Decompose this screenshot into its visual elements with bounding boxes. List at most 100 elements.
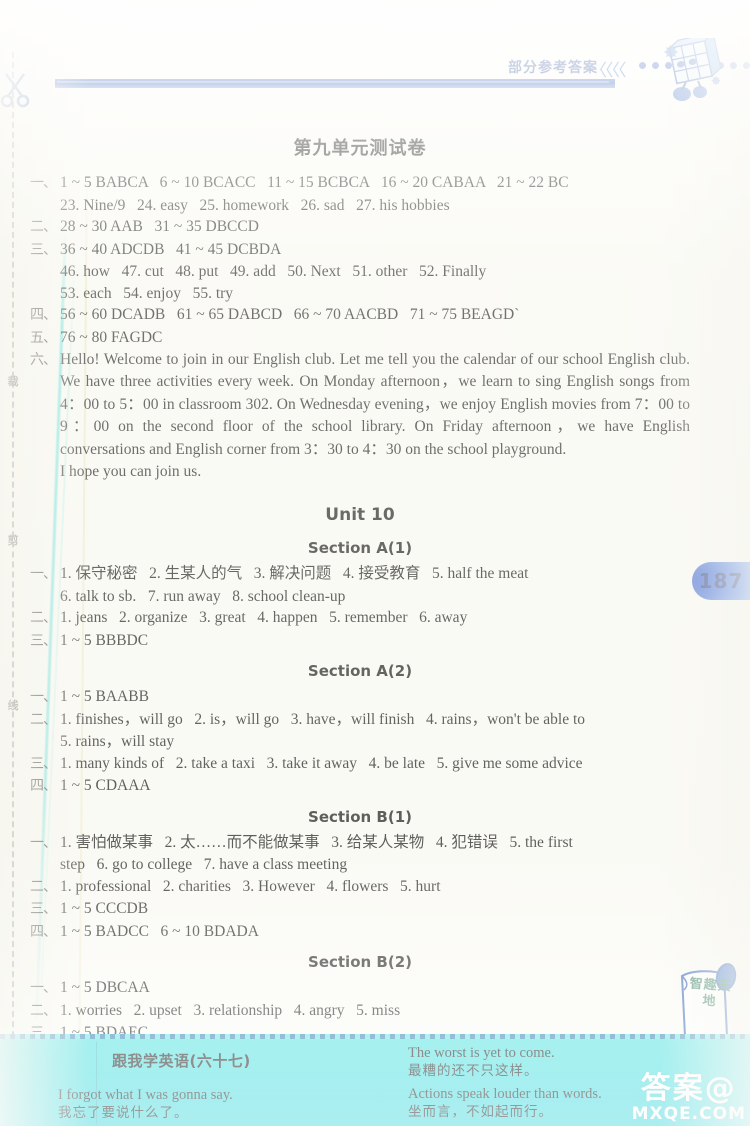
answer-line-number: 二、 [30, 711, 57, 728]
answer-line-text: 1 ~ 5 BABCA 6 ~ 10 BCACC 11 ~ 15 BCBCA 1… [60, 174, 569, 191]
answer-line-text: 1 ~ 5 BAABB [60, 688, 149, 705]
answer-line: 53. each 54. enjoy 55. try [30, 283, 690, 305]
answer-line-text: 53. each 54. enjoy 55. try [60, 284, 234, 302]
rubiks-cube-mascot-icon [664, 38, 722, 101]
answer-line: step 6. go to college 7. have a class me… [30, 854, 690, 876]
answer-line-text: 1 ~ 5 BBBDC [60, 631, 149, 649]
answer-line-number: 五、 [30, 329, 57, 346]
answer-line: 二、 28 ~ 30 AAB 31 ~ 35 DBCCD [30, 216, 690, 239]
answer-line-text: 1 ~ 5 DBCAA [60, 979, 150, 996]
chevron-left-icon: 〈〈〈〈 [590, 61, 626, 81]
section-heading: Section B(2) [308, 953, 412, 971]
page-number-tab: 187 [692, 562, 750, 600]
section-heading: Section A(1) [307, 539, 413, 557]
answer-line-text: 1. worries 2. upset 3. relationship 4. a… [60, 1001, 401, 1019]
answer-line-text: 1. professional 2. charities 3. However … [60, 877, 441, 895]
answer-line-text: 28 ~ 30 AAB 31 ~ 35 DBCCD [60, 218, 259, 235]
answer-line-number: 一、 [30, 689, 57, 705]
answer-line-text: 76 ~ 80 FAGDC [60, 328, 163, 346]
answer-line: 一、 1 ~ 5 DBCAA [30, 977, 690, 1000]
answer-line-text: 46. how 47. cut 48. put 49. add 50. Next… [60, 263, 487, 280]
answer-line: 二、 1. worries 2. upset 3. relationship 4.… [30, 1000, 690, 1023]
answer-line-number: 二、 [30, 610, 57, 626]
answer-line-number: 四、 [30, 923, 57, 940]
footer-left-column: I forgot what I was gonna say. 我忘了要说什么了。 [58, 1086, 378, 1123]
answer-line-text: 1. finishes，will go 2. is，will go 3. hav… [60, 710, 586, 728]
answer-line-text: 1 ~ 5 BADCC 6 ~ 10 BDADA [60, 922, 259, 940]
scroll-banner-text: 智趣天地 [689, 976, 733, 1010]
answer-line: 三、 1 ~ 5 CCCDB [30, 898, 690, 921]
answer-line-text: step 6. go to college 7. have a class me… [60, 856, 348, 873]
answer-line: 三、 36 ~ 40 ADCDB 41 ~ 45 DCBDA [30, 239, 690, 262]
answer-line-number: 三、 [30, 632, 57, 649]
answer-line-text: 1. 害怕做某事 2. 太……而不能做某事 3. 给某人某物 4. 犯错误 5.… [60, 833, 573, 851]
answer-line: 二、 1. finishes，will go 2. is，will go 3. h… [30, 709, 690, 732]
answer-line: 一、 1 ~ 5 BABCA 6 ~ 10 BCACC 11 ~ 15 BCBCA… [30, 172, 690, 195]
header-rule [55, 79, 615, 88]
answer-line: 5. rains，will stay [30, 731, 690, 753]
answer-key-page: 部分参考答案 〈〈〈〈 裁 剪 线 187 第九单元测试卷 一、 1 ~ 5 B… [0, 0, 750, 1126]
answer-line: 一、 1. 保守秘密 2. 生某人的气 3. 解决问题 4. 接受教育 5. ha… [30, 563, 690, 586]
answer-line-text: 1. many kinds of 2. take a taxi 3. take … [60, 754, 583, 772]
answer-line-number: 一、 [30, 175, 57, 191]
answer-line-number: 二、 [30, 219, 57, 235]
answer-line: 三、 1 ~ 5 BBBDC [30, 630, 690, 653]
footer-title: 跟我学英语(六十七) [112, 1052, 251, 1070]
cut-line-dashed [12, 52, 14, 1107]
answer-line: 四、 56 ~ 60 DCADB 61 ~ 65 DABCD 66 ~ 70 AA… [30, 304, 690, 327]
footer-divider [96, 1042, 97, 1124]
unit10-answers: Unit 10 Section A(1) 一、 1. 保守秘密 2. 生某人的气 3.… [30, 505, 690, 1045]
answer-line-number: 三、 [30, 241, 57, 258]
footer-phrase-en: I forgot what I was gonna say. [58, 1087, 233, 1103]
answer-line-number: 四、 [30, 778, 57, 794]
cut-label-char-2: 剪 [7, 534, 19, 547]
answer-line-number: 三、 [30, 755, 57, 772]
answer-line: 23. Nine/9 24. easy 25. homework 26. sad… [30, 195, 690, 217]
answer-line: 四、 1 ~ 5 BADCC 6 ~ 10 BDADA [30, 921, 690, 944]
page-number: 187 [698, 569, 744, 593]
footer-band: 跟我学英语(六十七) I forgot what I was gonna say… [0, 1034, 750, 1126]
answer-line-text: 1. 保守秘密 2. 生某人的气 3. 解决问题 4. 接受教育 5. half… [60, 565, 529, 582]
answer-line-number: 三、 [30, 901, 57, 917]
footer-phrase-cn: 最糟的还不只这样。 [408, 1063, 539, 1079]
answer-line: 三、 1. many kinds of 2. take a taxi 3. tak… [30, 753, 690, 776]
footer-phrase-cn: 我忘了要说什么了。 [58, 1105, 189, 1121]
answer-line: 6. talk to sb. 7. run away 8. school cle… [30, 586, 690, 608]
answer-line: 46. how 47. cut 48. put 49. add 50. Next… [30, 261, 690, 283]
essay-number: 六、 [30, 352, 57, 368]
cut-label-char-3: 线 [7, 699, 19, 712]
scissors-icon [0, 73, 30, 108]
header-title: 部分参考答案 [508, 60, 598, 76]
answer-line: 二、 1. jeans 2. organize 3. great 4. happe… [30, 607, 690, 630]
answer-line-text: 1 ~ 5 CCCDB [60, 900, 149, 917]
answer-line-number: 一、 [30, 980, 57, 996]
answer-line: 一、 1. 害怕做某事 2. 太……而不能做某事 3. 给某人某物 4. 犯错误 … [30, 832, 690, 855]
unit-heading: Unit 10 [325, 505, 395, 525]
answer-line-number: 一、 [30, 566, 57, 582]
answer-line-number: 二、 [30, 878, 57, 895]
footer-right-column: The worst is yet to come. 最糟的还不只这样。 Action… [408, 1044, 708, 1122]
answer-line-text: 23. Nine/9 24. easy 25. homework 26. sad… [60, 196, 450, 214]
answer-line-text: 6. talk to sb. 7. run away 8. school cle… [60, 587, 346, 605]
page-title: 第九单元测试卷 [293, 138, 427, 159]
answer-line-number: 二、 [30, 1002, 57, 1019]
section-heading: Section B(1) [308, 807, 412, 826]
footer-phrase-en: The worst is yet to come. [408, 1045, 555, 1061]
essay-block: 六、 Hello! Welcome to join in our English … [30, 349, 690, 483]
answer-line: 一、 1 ~ 5 BAABB [30, 686, 690, 709]
answer-line-text: 1. jeans 2. organize 3. great 4. happen … [60, 609, 468, 626]
answer-line-number: 一、 [30, 834, 57, 851]
answer-line-number: 四、 [30, 307, 57, 323]
section-heading: Section A(2) [307, 662, 413, 680]
answer-line-text: 5. rains，will stay [60, 733, 175, 750]
answer-line-text: 56 ~ 60 DCADB 61 ~ 65 DABCD 66 ~ 70 AACB… [60, 306, 520, 323]
cut-label-char-1: 裁 [7, 375, 19, 388]
answer-line-text: 1 ~ 5 CDAAA [60, 777, 151, 794]
answer-line-text: 36 ~ 40 ADCDB 41 ~ 45 DCBDA [60, 240, 282, 258]
essay-paragraph-2: I hope you can join us. [60, 463, 202, 481]
footer-phrase-cn: 坐而言，不如起而行。 [408, 1104, 553, 1120]
answer-line: 四、 1 ~ 5 CDAAA [30, 775, 690, 798]
essay-paragraph-1: Hello! Welcome to join in our English cl… [60, 351, 694, 458]
answer-line: 五、 76 ~ 80 FAGDC [30, 327, 690, 350]
answer-line: 二、 1. professional 2. charities 3. Howeve… [30, 876, 690, 899]
